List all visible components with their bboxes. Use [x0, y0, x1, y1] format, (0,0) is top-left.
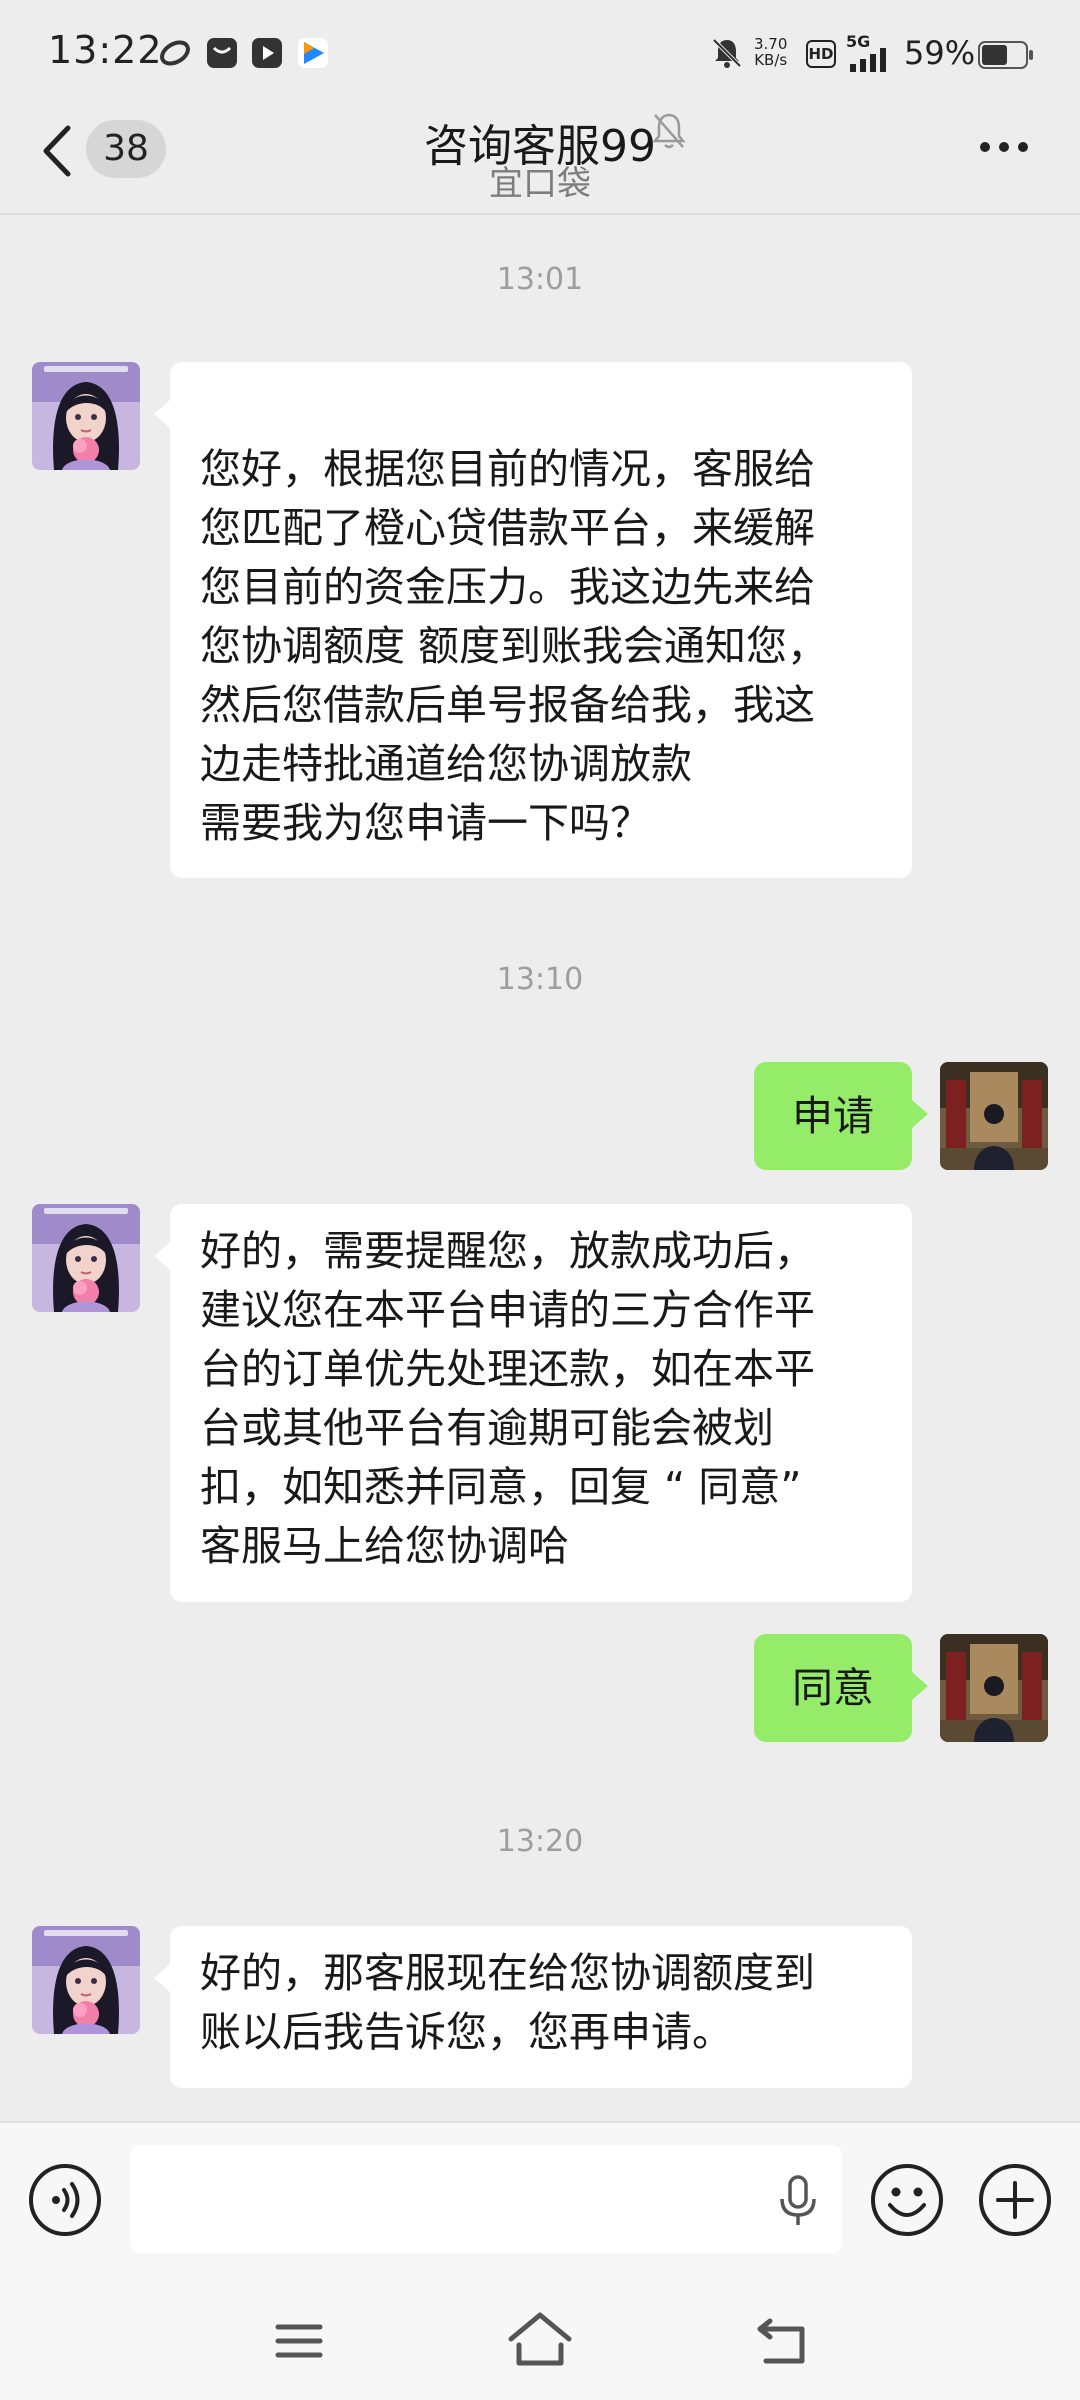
agent-avatar[interactable]: [32, 1926, 140, 2034]
hd-badge: HD: [806, 40, 836, 68]
emoji-icon[interactable]: [870, 2163, 944, 2237]
message-timestamp: 13:01: [496, 262, 584, 297]
net-speed-indicator: 3.70 KB/s: [754, 36, 787, 68]
system-nav-bar: [0, 2281, 1080, 2400]
net-speed-unit: KB/s: [754, 51, 788, 69]
message-app-icon: [207, 38, 237, 68]
agent-message-bubble[interactable]: 好的，那客服现在给您协调额度到 账以后我告诉您，您再申请。: [154, 1926, 912, 2088]
message-text: 您好，根据您目前的情况，客服给 您匹配了橙心贷借款平台，来缓解 您目前的资金压力…: [200, 445, 829, 847]
microphone-icon[interactable]: [778, 2175, 818, 2227]
chat-header: 38 咨询客服99 宜口袋: [0, 110, 1080, 215]
message-text: 好的，那客服现在给您协调额度到 账以后我告诉您，您再申请。: [200, 1949, 815, 2056]
message-text: 申请: [792, 1092, 874, 1140]
user-avatar[interactable]: [940, 1634, 1048, 1742]
battery-icon: [978, 41, 1033, 69]
input-bar: [0, 2121, 1080, 2281]
bell-off-icon: [652, 113, 686, 149]
message-timestamp: 13:20: [496, 1824, 584, 1859]
message-text: 好的，需要提醒您，放款成功后， 建议您在本平台申请的三方合作平 台的订单优先处理…: [200, 1227, 815, 1570]
user-avatar[interactable]: [940, 1062, 1048, 1170]
net-speed-value: 3.70: [754, 35, 788, 53]
chat-subtitle: 宜口袋: [489, 164, 591, 204]
voice-mode-icon[interactable]: [28, 2163, 102, 2237]
message-input[interactable]: [130, 2145, 842, 2253]
app-notification-icon: [160, 40, 190, 66]
plus-circle-icon[interactable]: [978, 2163, 1052, 2237]
agent-avatar[interactable]: [32, 1204, 140, 1312]
message-timestamp: 13:10: [496, 962, 584, 997]
play-app-icon: [298, 38, 328, 68]
signal-icon: [850, 48, 886, 72]
do-not-disturb-icon: [712, 38, 742, 68]
status-time: 13:22: [48, 28, 163, 72]
my-message-bubble[interactable]: 同意: [754, 1634, 928, 1742]
agent-message-bubble[interactable]: 好的，需要提醒您，放款成功后， 建议您在本平台申请的三方合作平 台的订单优先处理…: [154, 1204, 912, 1602]
more-dots-icon[interactable]: [978, 140, 1030, 154]
back-icon[interactable]: [746, 2305, 816, 2375]
menu-icon[interactable]: [264, 2305, 334, 2375]
header-divider: [0, 213, 1080, 215]
message-text: 同意: [792, 1664, 874, 1712]
video-app-icon: [252, 38, 282, 68]
home-icon[interactable]: [505, 2305, 575, 2375]
status-bar: 13:22 3.70 KB/s HD 5G 59%: [0, 0, 1080, 110]
my-message-bubble[interactable]: 申请: [754, 1062, 928, 1170]
agent-message-bubble[interactable]: 您好，根据您目前的情况，客服给 您匹配了橙心贷借款平台，来缓解 您目前的资金压力…: [154, 362, 912, 878]
battery-percentage: 59%: [904, 34, 976, 72]
agent-avatar[interactable]: [32, 362, 140, 470]
